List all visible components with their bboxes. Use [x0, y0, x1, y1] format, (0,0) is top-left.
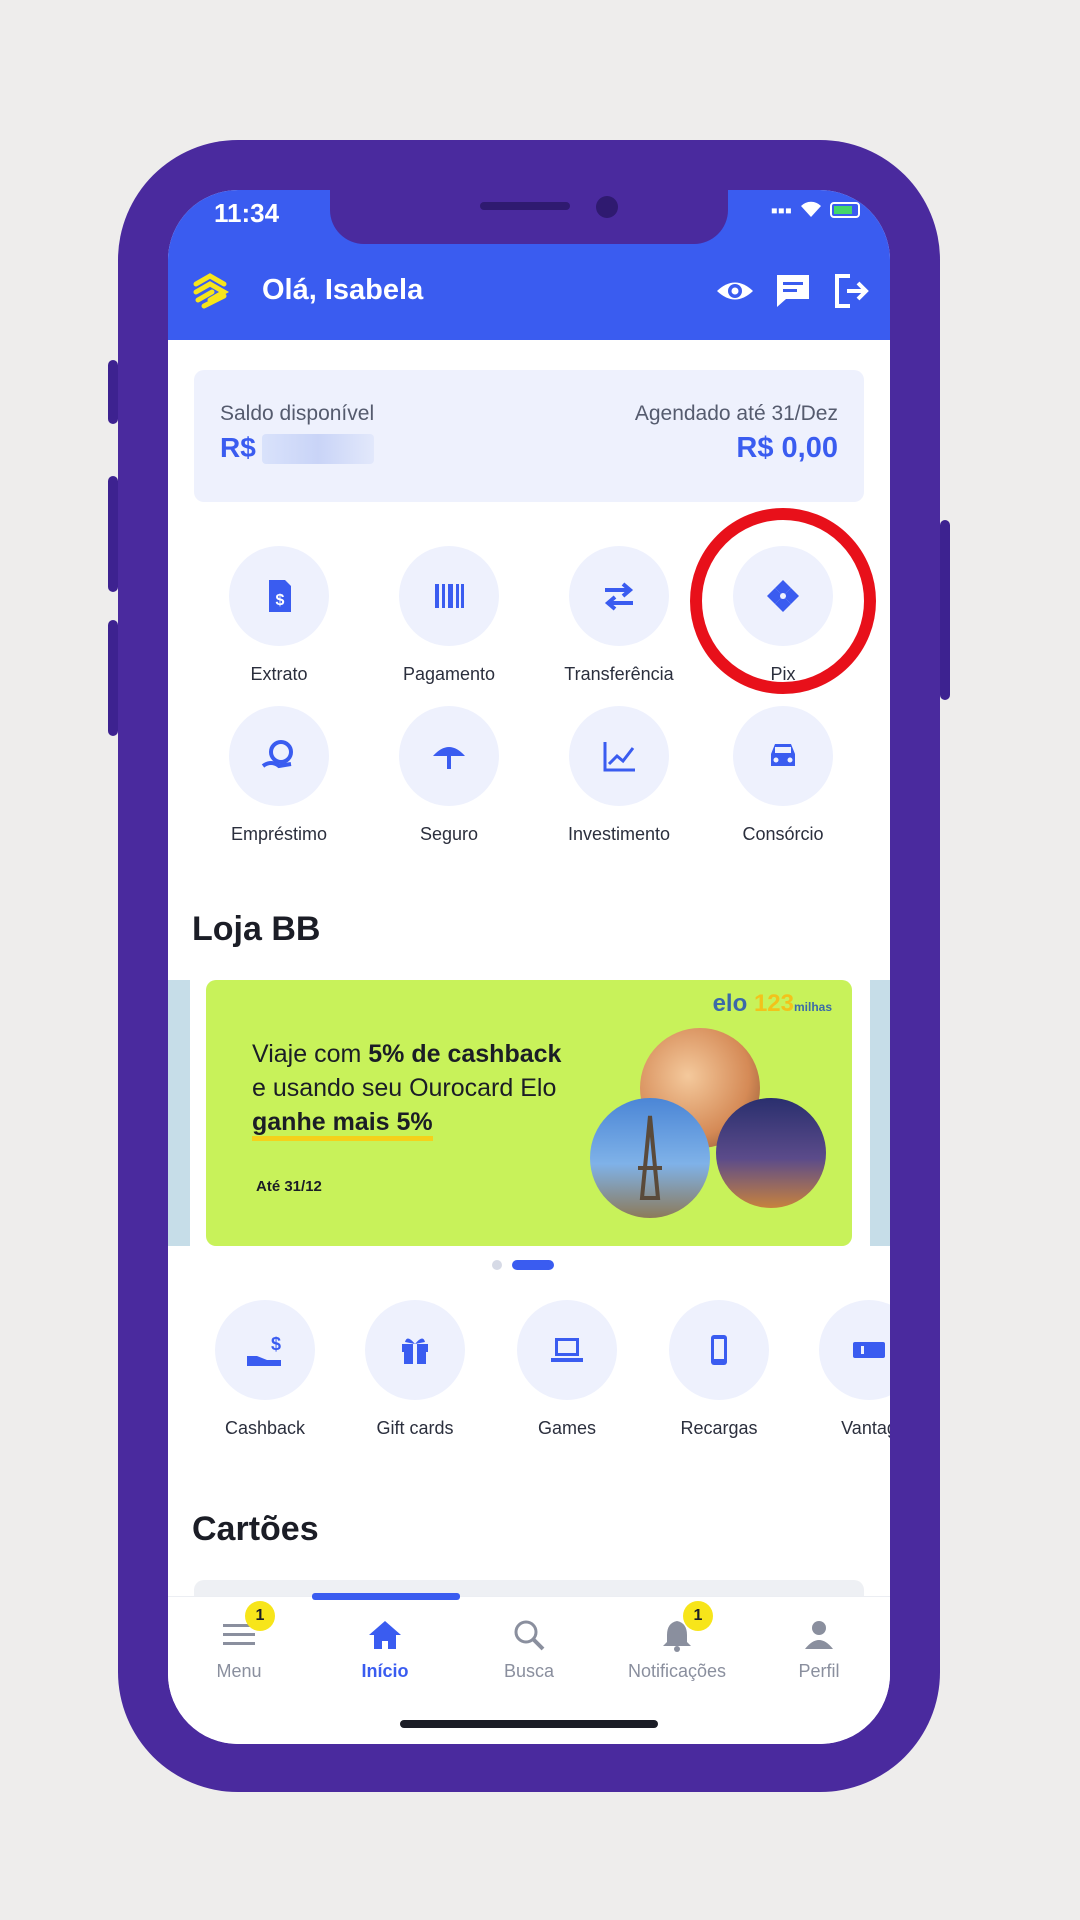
action-label: Pagamento	[402, 664, 496, 684]
banner-date: Até 31/12	[256, 1178, 322, 1195]
laptop-icon	[551, 1338, 583, 1362]
store-section-title: Loja BB	[192, 910, 321, 948]
phone-icon	[711, 1335, 727, 1365]
available-balance-currency: R$	[220, 432, 256, 463]
action-label: Empréstimo	[230, 824, 328, 844]
tab-label: Notificações	[627, 1661, 727, 1681]
eye-icon[interactable]	[714, 270, 756, 312]
menu-badge: 1	[245, 1601, 275, 1631]
tab-label: Início	[361, 1661, 409, 1681]
action-label: Consórcio	[742, 824, 824, 844]
umbrella-icon	[433, 747, 465, 769]
action-investimento[interactable]: Investimento	[544, 706, 694, 845]
action-label: Investimento	[567, 824, 671, 844]
volume-down-button	[108, 620, 118, 736]
store-item-recargas[interactable]: Recargas	[654, 1300, 784, 1439]
tab-busca[interactable]: Busca	[464, 1615, 594, 1682]
scheduled-value: R$ 0,00	[736, 432, 838, 464]
elo-brand-logo: elo 123milhas	[712, 990, 832, 1017]
store-item-gift-cards[interactable]: Gift cards	[350, 1300, 480, 1439]
bb-logo-icon	[193, 273, 230, 309]
action-transferencia[interactable]: Transferência	[544, 546, 694, 685]
active-tab-indicator	[312, 1593, 460, 1600]
status-time: 11:34	[214, 198, 280, 228]
user-icon	[805, 1621, 833, 1649]
gift-icon	[402, 1338, 428, 1364]
store-item-label: Recargas	[680, 1418, 758, 1438]
svg-text:$: $	[276, 592, 285, 609]
store-item-label: Vantag	[841, 1418, 890, 1438]
tab-inicio[interactable]: Início	[320, 1615, 450, 1682]
action-pagamento[interactable]: Pagamento	[374, 546, 524, 685]
tab-perfil[interactable]: Perfil	[754, 1615, 884, 1682]
store-item-label: Games	[537, 1418, 597, 1438]
loan-icon	[261, 740, 293, 769]
store-item-cashback[interactable]: $ Cashback	[200, 1300, 330, 1439]
power-button	[940, 520, 950, 700]
carousel-next-peek	[870, 980, 890, 1246]
action-consorcio[interactable]: Consórcio	[708, 706, 858, 845]
car-icon	[771, 744, 795, 766]
tab-menu[interactable]: 1 Menu	[174, 1601, 304, 1682]
transfer-arrows-icon	[604, 582, 634, 611]
action-label: Extrato	[250, 664, 308, 684]
cards-section-title: Cartões	[192, 1510, 319, 1548]
notch	[330, 190, 728, 244]
home-icon	[369, 1621, 401, 1649]
signal-icon: ▪▪▪	[770, 200, 792, 222]
store-item-games[interactable]: Games	[502, 1300, 632, 1439]
action-label: Seguro	[419, 824, 479, 844]
carousel-dot[interactable]	[492, 1260, 502, 1270]
tab-label: Busca	[503, 1661, 555, 1681]
city-night-photo	[716, 1098, 826, 1208]
volume-up-button	[108, 476, 118, 592]
notifications-badge: 1	[683, 1601, 713, 1631]
tab-label: Menu	[216, 1661, 262, 1681]
svg-text:$: $	[271, 1334, 281, 1354]
document-icon: $	[269, 580, 291, 612]
carousel-prev-peek	[168, 980, 190, 1246]
ticket-icon	[853, 1342, 885, 1358]
barcode-icon	[435, 584, 464, 608]
available-balance-label: Saldo disponível	[220, 402, 375, 425]
store-item-label: Gift cards	[376, 1418, 454, 1438]
banner-line-3: ganhe mais 5%	[252, 1108, 433, 1141]
speaker-grille	[480, 202, 570, 210]
store-item-label: Cashback	[224, 1418, 306, 1438]
tab-label: Perfil	[798, 1661, 840, 1681]
chart-icon	[603, 742, 635, 772]
carousel-dot-active[interactable]	[512, 1260, 554, 1270]
promo-banner[interactable]: elo 123milhas Viaje com 5% de cashback e…	[206, 980, 852, 1246]
home-indicator[interactable]	[400, 1720, 658, 1728]
app-header: Olá, Isabela	[168, 244, 890, 340]
action-emprestimo[interactable]: Empréstimo	[204, 706, 354, 845]
tab-notificacoes[interactable]: 1 Notificações	[612, 1601, 742, 1682]
status-icons: ▪▪▪	[771, 200, 860, 223]
banner-line-1: Viaje com 5% de cashback	[252, 1040, 562, 1068]
action-seguro[interactable]: Seguro	[374, 706, 524, 845]
search-icon	[514, 1620, 545, 1651]
action-extrato[interactable]: $ Extrato	[204, 546, 354, 685]
banner-line-2: e usando seu Ourocard Elo	[252, 1074, 557, 1102]
front-camera	[596, 196, 618, 218]
pix-highlight-ring	[690, 508, 876, 694]
paris-eiffel-photo	[590, 1098, 710, 1218]
hidden-balance-value	[262, 434, 374, 464]
mute-switch	[108, 360, 118, 424]
app-screen: 11:34 ▪▪▪ Olá, Isabela Saldo disponível	[168, 190, 890, 1744]
logout-icon[interactable]	[830, 270, 872, 312]
cashback-icon: $	[247, 1334, 281, 1366]
balance-card[interactable]: Saldo disponível R$ Agendado até 31/Dez …	[194, 370, 864, 502]
scheduled-label: Agendado até 31/Dez	[634, 402, 838, 425]
greeting-text: Olá, Isabela	[262, 274, 424, 306]
battery-icon	[830, 202, 860, 218]
action-label: Transferência	[564, 664, 674, 684]
chat-icon[interactable]	[772, 270, 814, 312]
store-item-vantagens[interactable]: Vantag	[804, 1300, 890, 1439]
wifi-icon	[801, 201, 821, 217]
